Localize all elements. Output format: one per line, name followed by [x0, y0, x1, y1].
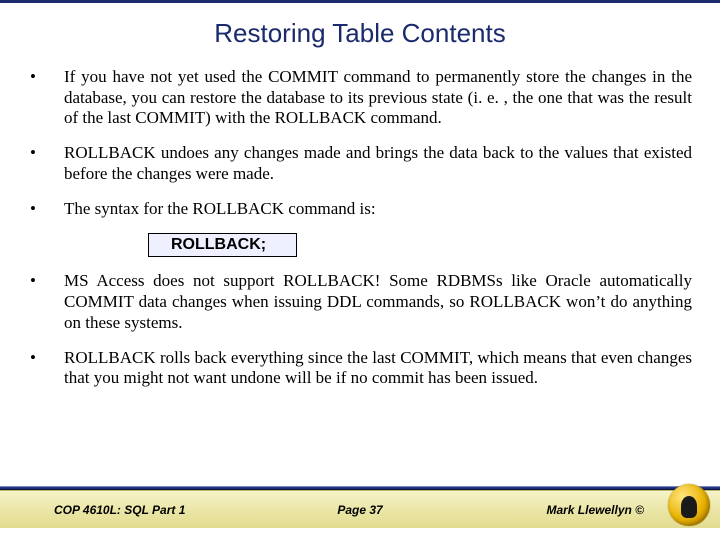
- footer-bar: COP 4610L: SQL Part 1 Page 37 Mark Llewe…: [0, 490, 720, 528]
- bullet-item: • ROLLBACK rolls back everything since t…: [28, 348, 692, 389]
- bullet-text: The syntax for the ROLLBACK command is:: [64, 199, 692, 220]
- bullet-text: MS Access does not support ROLLBACK! Som…: [64, 271, 692, 333]
- slide-body: Restoring Table Contents • If you have n…: [0, 0, 720, 389]
- bullet-text: ROLLBACK undoes any changes made and bri…: [64, 143, 692, 184]
- footer: COP 4610L: SQL Part 1 Page 37 Mark Llewe…: [0, 486, 720, 540]
- bullet-list-2: • MS Access does not support ROLLBACK! S…: [28, 271, 692, 389]
- ucf-logo: [668, 484, 710, 526]
- bullet-marker: •: [28, 271, 64, 333]
- slide-title: Restoring Table Contents: [28, 18, 692, 49]
- footer-course: COP 4610L: SQL Part 1: [0, 503, 185, 517]
- bullet-item: • MS Access does not support ROLLBACK! S…: [28, 271, 692, 333]
- bullet-item: • If you have not yet used the COMMIT co…: [28, 67, 692, 129]
- pegasus-icon: [681, 496, 697, 518]
- syntax-box: ROLLBACK;: [148, 233, 297, 257]
- bullet-marker: •: [28, 199, 64, 220]
- syntax-container: ROLLBACK;: [148, 233, 692, 257]
- bullet-item: • ROLLBACK undoes any changes made and b…: [28, 143, 692, 184]
- bullet-marker: •: [28, 348, 64, 389]
- bullet-item: • The syntax for the ROLLBACK command is…: [28, 199, 692, 220]
- top-rule: [0, 0, 720, 3]
- footer-page: Page 37: [337, 503, 382, 517]
- footer-author: Mark Llewellyn ©: [546, 503, 664, 517]
- bullet-text: ROLLBACK rolls back everything since the…: [64, 348, 692, 389]
- logo-disc: [668, 484, 710, 526]
- bullet-text: If you have not yet used the COMMIT comm…: [64, 67, 692, 129]
- bullet-marker: •: [28, 67, 64, 129]
- bullet-list: • If you have not yet used the COMMIT co…: [28, 67, 692, 219]
- bullet-marker: •: [28, 143, 64, 184]
